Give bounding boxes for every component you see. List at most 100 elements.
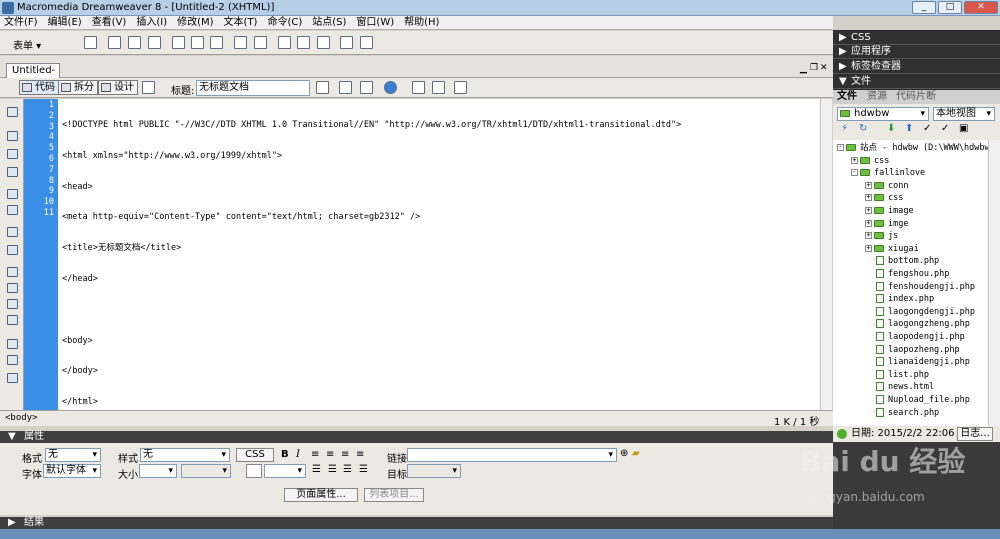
link-input[interactable]: [407, 448, 617, 462]
css-button[interactable]: CSS: [236, 448, 274, 462]
unordered-list-icon[interactable]: ☰: [312, 464, 321, 475]
tag-selector[interactable]: <body>: [5, 413, 38, 423]
text-indent-icon[interactable]: ☰: [359, 464, 368, 475]
refresh-icon[interactable]: [412, 81, 425, 94]
file-tree-file[interactable]: index.php: [865, 293, 934, 305]
menu-site[interactable]: 站点(S): [312, 16, 346, 29]
visual-aids-icon[interactable]: [454, 81, 467, 94]
list-menu-icon[interactable]: [234, 36, 247, 49]
minimize-button[interactable]: _: [912, 1, 936, 14]
line-numbers-icon[interactable]: [7, 227, 18, 237]
file-tree-folder[interactable]: + css: [865, 192, 903, 204]
file-tree-folder[interactable]: + css: [851, 155, 889, 167]
menu-file[interactable]: 文件(F): [4, 16, 38, 29]
remove-comment-icon[interactable]: [7, 283, 18, 293]
check-out-icon[interactable]: ✓: [923, 123, 931, 134]
file-tree-file[interactable]: list.php: [865, 369, 929, 381]
code-line[interactable]: <!DOCTYPE html PUBLIC "-//W3C//DTD XHTML…: [62, 120, 820, 131]
file-tree-file[interactable]: laopodengji.php: [865, 331, 965, 343]
fieldset-icon[interactable]: [360, 36, 373, 49]
collapse-toggle-icon[interactable]: -: [837, 144, 844, 151]
file-tree-folder[interactable]: + js: [865, 230, 898, 242]
label-icon[interactable]: [340, 36, 353, 49]
collapse-tag-icon[interactable]: [7, 131, 18, 141]
menu-edit[interactable]: 编辑(E): [48, 16, 82, 29]
menu-text[interactable]: 文本(T): [224, 16, 258, 29]
text-outdent-icon[interactable]: ☰: [343, 464, 352, 475]
expand-toggle-icon[interactable]: +: [865, 207, 872, 214]
expand-toggle-icon[interactable]: +: [851, 156, 858, 164]
live-data-icon[interactable]: [142, 81, 155, 94]
no-browser-check-icon[interactable]: [316, 81, 329, 94]
maximize-button[interactable]: □: [938, 1, 962, 14]
file-tree-folder[interactable]: + conn: [865, 180, 908, 192]
results-panel-header[interactable]: ▶ 结果: [0, 517, 833, 529]
tab-assets[interactable]: 资源: [867, 90, 887, 104]
collapse-toggle-icon[interactable]: -: [851, 169, 858, 177]
outdent-code-icon[interactable]: [7, 355, 18, 365]
file-tree-file[interactable]: fenshoudengji.php: [865, 281, 975, 293]
close-button[interactable]: ✕: [964, 1, 998, 14]
file-field-icon[interactable]: [297, 36, 310, 49]
bold-button[interactable]: B: [281, 449, 289, 460]
align-right-icon[interactable]: ≡: [341, 449, 349, 460]
textarea-icon[interactable]: [148, 36, 161, 49]
align-left-icon[interactable]: ≡: [311, 449, 319, 460]
restore-doc-icon[interactable]: ▁: [800, 64, 807, 74]
close-doc-icon[interactable]: ✕: [820, 63, 828, 73]
menu-help[interactable]: 帮助(H): [404, 16, 439, 29]
expand-toggle-icon[interactable]: +: [865, 244, 872, 252]
expand-toggle-icon[interactable]: +: [865, 181, 872, 189]
file-tree-file[interactable]: Nupload_file.php: [865, 394, 970, 406]
file-tree-site-root[interactable]: - 站点 - hdwbw (D:\WWW\hdwbw: [837, 142, 988, 154]
properties-panel-header[interactable]: ▼ 属性: [0, 431, 833, 443]
form-icon[interactable]: [84, 36, 97, 49]
css-panel-header[interactable]: ▶ CSS: [833, 31, 1000, 45]
expand-toggle-icon[interactable]: +: [865, 219, 872, 227]
tag-inspector-panel-header[interactable]: ▶ 标签检查器: [833, 60, 1000, 74]
file-tree-folder[interactable]: + imge: [865, 218, 908, 230]
code-line[interactable]: <title>无标题文档</title>: [62, 243, 820, 254]
menu-insert[interactable]: 插入(I): [136, 16, 167, 29]
format-source-icon[interactable]: [7, 373, 18, 383]
file-tree-file[interactable]: laopozheng.php: [865, 344, 960, 356]
expand-toggle-icon[interactable]: +: [865, 194, 872, 202]
align-justify-icon[interactable]: ≡: [356, 449, 364, 460]
code-line[interactable]: </html>: [62, 397, 820, 408]
italic-button[interactable]: I: [296, 449, 300, 460]
file-tree-file[interactable]: search.php: [865, 407, 939, 419]
site-select[interactable]: hdwbw: [837, 107, 929, 121]
menu-modify[interactable]: 修改(M): [177, 16, 213, 29]
radio-button-icon[interactable]: [191, 36, 204, 49]
format-select[interactable]: 无: [45, 448, 101, 462]
file-tree-folder[interactable]: + xiugai: [865, 243, 919, 255]
tab-snippets[interactable]: 代码片断: [896, 90, 936, 104]
tab-files[interactable]: 文件: [837, 90, 857, 104]
application-panel-header[interactable]: ▶ 应用程序: [833, 45, 1000, 59]
expand-toggle-icon[interactable]: +: [865, 232, 872, 240]
balance-braces-icon[interactable]: [7, 205, 18, 215]
highlight-invalid-icon[interactable]: [7, 245, 18, 255]
maximize-doc-icon[interactable]: ❐: [810, 63, 818, 73]
radio-group-icon[interactable]: [210, 36, 223, 49]
file-tree-file[interactable]: laogongdengji.php: [865, 306, 975, 318]
check-in-icon[interactable]: ✓: [941, 123, 949, 134]
align-center-icon[interactable]: ≡: [326, 449, 334, 460]
log-button[interactable]: 日志...: [957, 427, 993, 441]
files-panel-header[interactable]: ▼ 文件: [833, 75, 1000, 89]
code-vertical-scrollbar[interactable]: [820, 99, 832, 410]
file-tree-scrollbar[interactable]: [988, 140, 1000, 426]
preview-browser-icon[interactable]: [384, 81, 397, 94]
file-tree-file[interactable]: news.html: [865, 381, 934, 393]
apply-comment-icon[interactable]: [7, 267, 18, 277]
indent-code-icon[interactable]: [7, 339, 18, 349]
code-line[interactable]: <head>: [62, 182, 820, 193]
file-tree-folder[interactable]: - fallinlove: [851, 167, 925, 179]
wrap-tag-icon[interactable]: [7, 299, 18, 309]
code-line[interactable]: <meta http-equiv="Content-Type" content=…: [62, 212, 820, 223]
page-properties-button[interactable]: 页面属性...: [284, 488, 358, 502]
split-view-button[interactable]: 拆分: [58, 80, 98, 95]
collapse-selection-icon[interactable]: [7, 149, 18, 159]
menu-commands[interactable]: 命令(C): [267, 16, 302, 29]
size-unit-select[interactable]: [181, 464, 231, 478]
